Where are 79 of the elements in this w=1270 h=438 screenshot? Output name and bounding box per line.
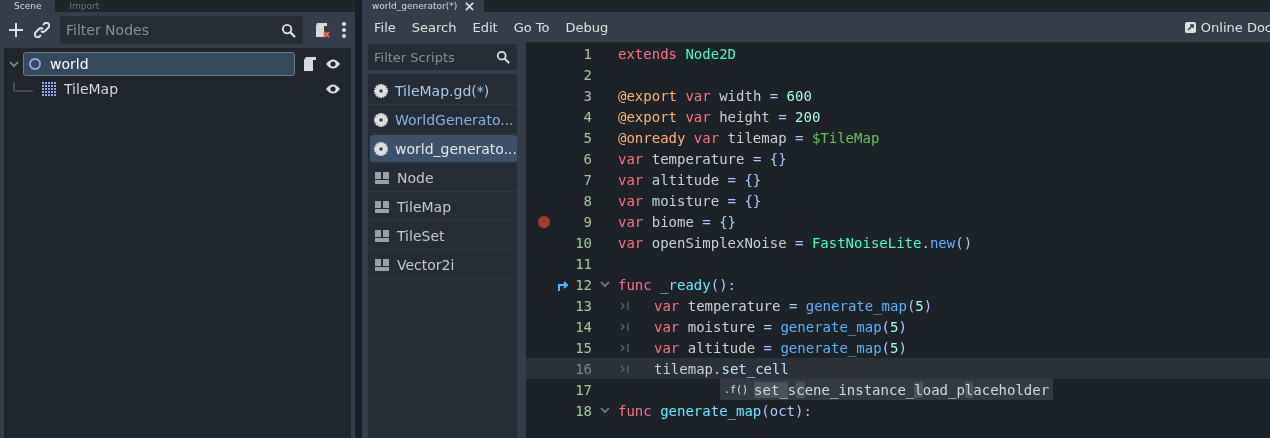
tab-indent-icon (620, 363, 630, 374)
grid-icon (42, 82, 56, 96)
line-number: 17 (574, 381, 592, 398)
code-line: extends Node2D (618, 45, 737, 62)
line-number: 16 (574, 360, 592, 377)
code-line: var biome = {} (618, 213, 737, 230)
code-line: var altitude = {} (618, 171, 762, 188)
close-icon[interactable] (465, 1, 475, 11)
script-list-item[interactable]: world_generato... (370, 135, 517, 163)
line-number: 13 (574, 297, 592, 314)
code-line: var openSimplexNoise = FastNoiseLite.new() (618, 234, 973, 251)
line-number: 6 (582, 150, 592, 167)
line-number: 14 (574, 318, 592, 335)
code-line: var moisture = {} (618, 192, 762, 209)
dock-tab[interactable]: Scene (0, 0, 56, 12)
breakpoint-icon[interactable] (538, 215, 550, 228)
script-remove-icon[interactable] (313, 21, 331, 39)
book-icon (374, 257, 390, 272)
search-icon (496, 50, 510, 64)
line-number: 8 (582, 192, 592, 209)
line-number: 4 (582, 108, 592, 125)
link-icon[interactable] (34, 22, 50, 38)
code-line: func generate_map(oct): (618, 402, 812, 419)
code-line: var temperature = generate_map(5) (654, 297, 933, 314)
menu-item[interactable]: Search (411, 19, 457, 35)
tab-indent-icon (620, 321, 630, 332)
more-icon[interactable] (341, 21, 347, 39)
filter-scripts-field[interactable]: Filter Scripts (368, 44, 517, 70)
menu-item[interactable]: File (374, 19, 396, 35)
circle-icon (28, 57, 42, 71)
line-number: 18 (574, 402, 592, 419)
line-number: 10 (574, 234, 592, 251)
script-list-item[interactable]: TileMap.gd(*) (370, 77, 517, 105)
code-line: var moisture = generate_map(5) (654, 318, 907, 335)
menu-item[interactable]: Go To (513, 19, 550, 35)
code-line: tilemap.set_cell (654, 360, 789, 377)
gear-icon (374, 141, 388, 156)
script-list-item[interactable]: TileSet (370, 222, 517, 250)
line-number: 5 (582, 129, 592, 146)
script-list-item[interactable]: Vector2i (370, 251, 517, 279)
code-line: var altitude = generate_map(5) (654, 339, 907, 356)
gear-icon (374, 83, 388, 98)
tab-indent-icon (620, 300, 630, 311)
eye-icon[interactable] (325, 58, 341, 70)
tree-item[interactable]: TileMap (37, 77, 317, 101)
code-line: var temperature = {} (618, 150, 787, 167)
add-icon[interactable] (8, 22, 24, 38)
code-line: @export var width = 600 (618, 87, 812, 104)
menu-item[interactable]: Debug (565, 19, 609, 35)
line-number: 3 (582, 87, 592, 104)
completion-item[interactable]: set_scene_instance_load_placeholder (754, 381, 1050, 398)
line-number: 1 (582, 45, 592, 62)
line-number: 9 (582, 213, 592, 230)
function-icon: .f() (724, 384, 749, 395)
line-number: 7 (582, 171, 592, 188)
book-icon (374, 170, 390, 185)
script-list-item[interactable]: Node (370, 164, 517, 192)
script-list-item[interactable]: WorldGenerato... (370, 106, 517, 134)
tab-indent-icon (620, 342, 630, 353)
book-icon (374, 199, 390, 214)
line-number: 12 (574, 276, 592, 293)
autocomplete-popup[interactable]: .f() set_scene_instance_load_placeholder (720, 379, 1054, 400)
code-line: func _ready(): (618, 276, 737, 293)
code-line: @export var height = 200 (618, 108, 821, 125)
line-number: 11 (574, 255, 592, 272)
tree-item[interactable]: world (23, 52, 295, 76)
book-icon (374, 228, 390, 243)
eye-icon[interactable] (325, 83, 341, 95)
external-link-icon (1183, 20, 1197, 34)
gear-icon (374, 112, 388, 127)
script-tab[interactable]: world_generator(*) (362, 0, 485, 12)
line-number: 2 (582, 66, 592, 83)
code-line: @onready var tilemap = $TileMap (618, 129, 880, 146)
line-number: 15 (574, 339, 592, 356)
script-icon[interactable] (303, 56, 317, 72)
menu-item[interactable]: Edit (472, 19, 498, 35)
filter-nodes-field[interactable]: Filter Nodes (60, 16, 303, 44)
search-icon (281, 23, 296, 38)
script-list-item[interactable]: TileMap (370, 193, 517, 221)
